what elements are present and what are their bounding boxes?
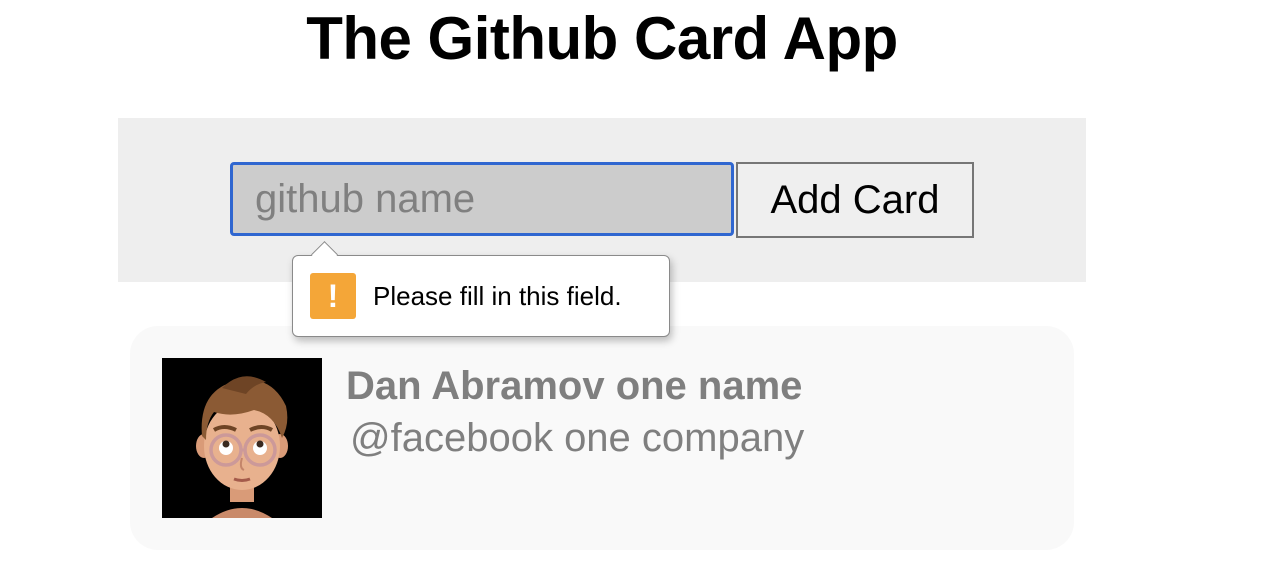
warning-icon: !	[310, 273, 356, 319]
page: The Github Card App Add Card ! Please fi…	[0, 0, 1266, 564]
card-company: @facebook one company	[350, 416, 805, 460]
add-card-button[interactable]: Add Card	[736, 162, 974, 238]
page-title: The Github Card App	[306, 5, 898, 72]
github-name-input[interactable]	[230, 162, 734, 236]
validation-tooltip: ! Please fill in this field.	[292, 241, 670, 337]
avatar	[162, 358, 322, 518]
card-info: Dan Abramov one name @facebook one compa…	[346, 360, 804, 464]
card-name: Dan Abramov one name	[346, 364, 803, 408]
validation-message: Please fill in this field.	[373, 281, 622, 311]
memoji-avatar-icon	[162, 358, 322, 518]
github-card: Dan Abramov one name @facebook one compa…	[130, 326, 1074, 550]
